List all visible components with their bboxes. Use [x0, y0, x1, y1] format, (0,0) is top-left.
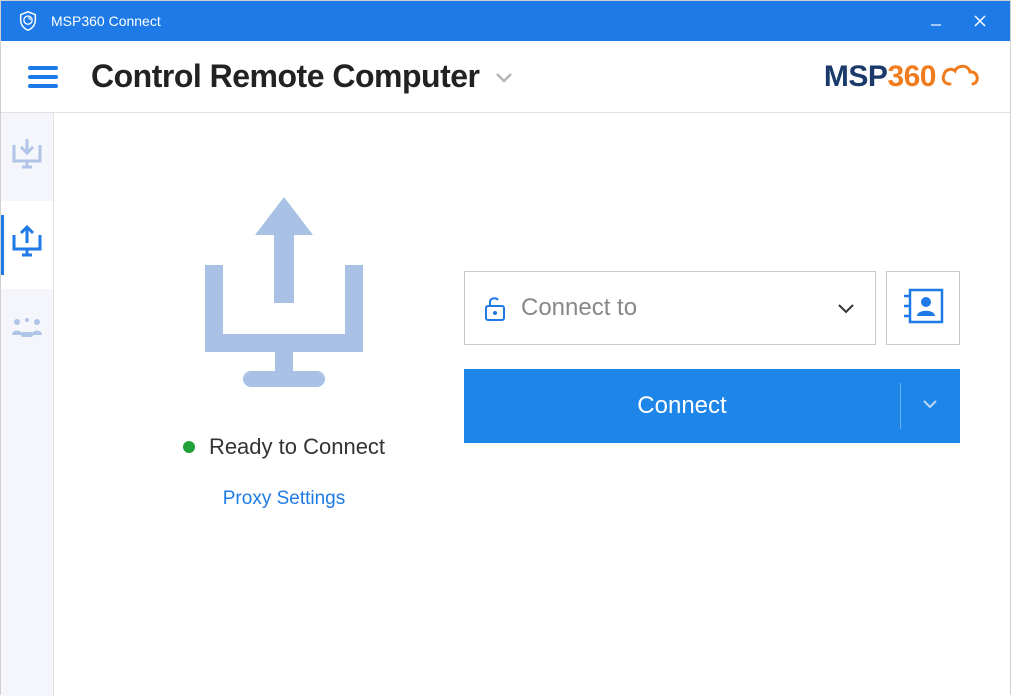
page-title: Control Remote Computer	[91, 58, 480, 95]
address-book-icon	[900, 286, 946, 331]
connect-to-input[interactable]	[521, 294, 831, 322]
status-text: Ready to Connect	[209, 434, 385, 460]
page-title-dropdown[interactable]: Control Remote Computer	[91, 58, 514, 95]
connect-button-label: Connect	[637, 392, 726, 420]
upload-monitor-icon	[7, 223, 47, 268]
app-shield-icon	[17, 10, 39, 32]
connect-button-row: Connect	[464, 369, 960, 443]
unlock-icon	[483, 294, 507, 322]
connect-dropdown-toggle[interactable]	[831, 296, 861, 320]
sidebar-item-outgoing[interactable]	[1, 201, 53, 289]
status-row: Ready to Connect	[183, 434, 385, 460]
contacts-button[interactable]	[886, 271, 960, 345]
connect-input-wrapper[interactable]	[464, 271, 876, 345]
brand-part1: MSP	[824, 60, 888, 94]
chevron-down-icon	[921, 397, 939, 415]
app-title: MSP360 Connect	[51, 13, 161, 29]
proxy-settings-link[interactable]: Proxy Settings	[223, 488, 346, 510]
menu-button[interactable]	[23, 57, 63, 97]
left-column: Ready to Connect Proxy Settings	[114, 153, 454, 656]
download-monitor-icon	[7, 135, 47, 180]
titlebar: MSP360 Connect	[1, 1, 1010, 41]
status-dot-icon	[183, 441, 195, 453]
minimize-button[interactable]	[914, 1, 958, 41]
upload-monitor-large-icon	[189, 193, 379, 398]
brand-logo: MSP360	[824, 60, 982, 94]
connect-input-row	[464, 271, 960, 345]
close-button[interactable]	[958, 1, 1002, 41]
connect-button[interactable]: Connect	[464, 369, 900, 443]
brand-part2: 360	[887, 60, 936, 94]
sidebar-item-incoming[interactable]	[1, 113, 53, 201]
cloud-icon	[938, 62, 982, 92]
people-handshake-icon	[7, 315, 47, 352]
right-column: Connect	[454, 153, 960, 656]
connect-options-button[interactable]	[900, 369, 960, 443]
main-panel: Ready to Connect Proxy Settings	[54, 113, 1010, 696]
sidebar-item-meetings[interactable]	[1, 289, 53, 377]
chevron-down-icon	[494, 70, 514, 84]
header: Control Remote Computer MSP360	[1, 41, 1010, 113]
sidebar	[1, 113, 54, 696]
